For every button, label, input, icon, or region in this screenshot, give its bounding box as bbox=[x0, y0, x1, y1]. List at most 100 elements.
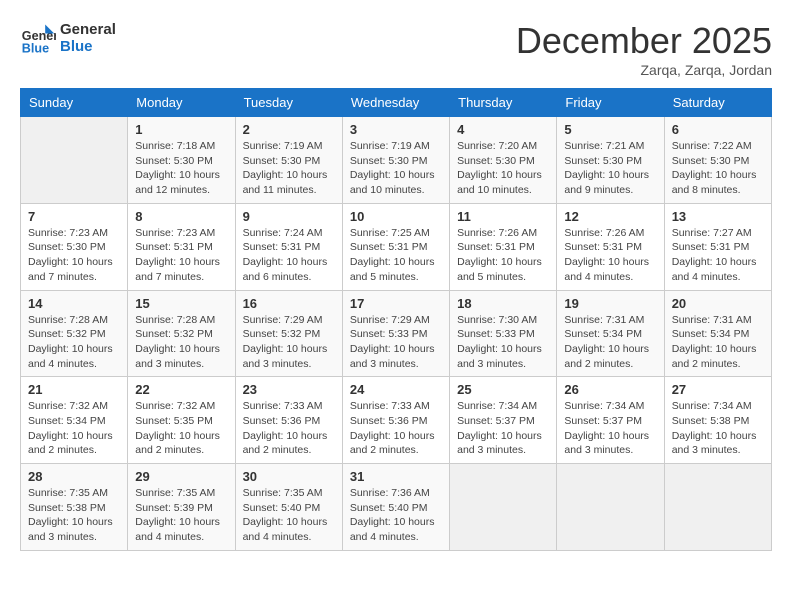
calendar-day-cell: 13Sunrise: 7:27 AM Sunset: 5:31 PM Dayli… bbox=[664, 203, 771, 290]
day-number: 13 bbox=[672, 209, 764, 224]
day-number: 31 bbox=[350, 469, 442, 484]
day-number: 10 bbox=[350, 209, 442, 224]
calendar-week-row: 7Sunrise: 7:23 AM Sunset: 5:30 PM Daylig… bbox=[21, 203, 772, 290]
day-number: 6 bbox=[672, 122, 764, 137]
day-number: 4 bbox=[457, 122, 549, 137]
day-info: Sunrise: 7:29 AM Sunset: 5:33 PM Dayligh… bbox=[350, 313, 442, 372]
calendar-week-row: 1Sunrise: 7:18 AM Sunset: 5:30 PM Daylig… bbox=[21, 117, 772, 204]
day-number: 7 bbox=[28, 209, 120, 224]
logo-line1: General bbox=[60, 21, 116, 38]
day-number: 14 bbox=[28, 296, 120, 311]
day-info: Sunrise: 7:19 AM Sunset: 5:30 PM Dayligh… bbox=[350, 139, 442, 198]
day-info: Sunrise: 7:34 AM Sunset: 5:37 PM Dayligh… bbox=[564, 399, 656, 458]
day-number: 16 bbox=[243, 296, 335, 311]
calendar-day-cell: 27 Sunrise: 7:34 AM Sunset: 5:38 PM Dayli… bbox=[664, 377, 771, 464]
day-info: Sunrise: 7:26 AM Sunset: 5:31 PM Dayligh… bbox=[457, 226, 549, 285]
calendar-day-cell: 31 Sunrise: 7:36 AM Sunset: 5:40 PM Dayli… bbox=[342, 464, 449, 551]
day-info: Sunrise: 7:35 AM Sunset: 5:39 PM Dayligh… bbox=[135, 486, 227, 545]
day-number: 27 bbox=[672, 382, 764, 397]
day-info: Sunrise: 7:35 AM Sunset: 5:40 PM Dayligh… bbox=[243, 486, 335, 545]
day-info: Sunrise: 7:36 AM Sunset: 5:40 PM Dayligh… bbox=[350, 486, 442, 545]
calendar-table: SundayMondayTuesdayWednesdayThursdayFrid… bbox=[20, 88, 772, 551]
day-number: 25 bbox=[457, 382, 549, 397]
day-info: Sunrise: 7:24 AM Sunset: 5:31 PM Dayligh… bbox=[243, 226, 335, 285]
calendar-day-cell: 28 Sunrise: 7:35 AM Sunset: 5:38 PM Dayli… bbox=[21, 464, 128, 551]
calendar-day-cell: 12 Sunrise: 7:26 AM Sunset: 5:31 PM Dayli… bbox=[557, 203, 664, 290]
weekday-header: Friday bbox=[557, 89, 664, 117]
weekday-header: Thursday bbox=[450, 89, 557, 117]
calendar-day-cell: 6 Sunrise: 7:22 AM Sunset: 5:30 PM Daylig… bbox=[664, 117, 771, 204]
day-info: Sunrise: 7:33 AM Sunset: 5:36 PM Dayligh… bbox=[243, 399, 335, 458]
calendar-day-cell: 10 Sunrise: 7:25 AM Sunset: 5:31 PM Dayli… bbox=[342, 203, 449, 290]
day-number: 18 bbox=[457, 296, 549, 311]
location-subtitle: Zarqa, Zarqa, Jordan bbox=[516, 62, 772, 78]
day-number: 21 bbox=[28, 382, 120, 397]
day-info: Sunrise: 7:25 AM Sunset: 5:31 PM Dayligh… bbox=[350, 226, 442, 285]
calendar-day-cell bbox=[450, 464, 557, 551]
logo-line2: Blue bbox=[60, 38, 116, 55]
calendar-header: SundayMondayTuesdayWednesdayThursdayFrid… bbox=[21, 89, 772, 117]
day-info: Sunrise: 7:34 AM Sunset: 5:38 PM Dayligh… bbox=[672, 399, 764, 458]
day-info: Sunrise: 7:32 AM Sunset: 5:34 PM Dayligh… bbox=[28, 399, 120, 458]
page-header: General Blue General Blue December 2025 … bbox=[20, 20, 772, 78]
day-number: 22 bbox=[135, 382, 227, 397]
calendar-day-cell: 17 Sunrise: 7:29 AM Sunset: 5:33 PM Dayli… bbox=[342, 290, 449, 377]
day-info: Sunrise: 7:26 AM Sunset: 5:31 PM Dayligh… bbox=[564, 226, 656, 285]
weekday-header: Wednesday bbox=[342, 89, 449, 117]
day-number: 5 bbox=[564, 122, 656, 137]
logo: General Blue General Blue bbox=[20, 20, 116, 56]
day-number: 8 bbox=[135, 209, 227, 224]
calendar-day-cell: 11 Sunrise: 7:26 AM Sunset: 5:31 PM Dayli… bbox=[450, 203, 557, 290]
calendar-day-cell: 29 Sunrise: 7:35 AM Sunset: 5:39 PM Dayli… bbox=[128, 464, 235, 551]
day-number: 29 bbox=[135, 469, 227, 484]
day-info: Sunrise: 7:32 AM Sunset: 5:35 PM Dayligh… bbox=[135, 399, 227, 458]
calendar-day-cell: 20Sunrise: 7:31 AM Sunset: 5:34 PM Dayli… bbox=[664, 290, 771, 377]
calendar-day-cell: 7Sunrise: 7:23 AM Sunset: 5:30 PM Daylig… bbox=[21, 203, 128, 290]
day-number: 30 bbox=[243, 469, 335, 484]
calendar-day-cell: 14 Sunrise: 7:28 AM Sunset: 5:32 PM Dayli… bbox=[21, 290, 128, 377]
day-info: Sunrise: 7:35 AM Sunset: 5:38 PM Dayligh… bbox=[28, 486, 120, 545]
weekday-header: Monday bbox=[128, 89, 235, 117]
title-block: December 2025 Zarqa, Zarqa, Jordan bbox=[516, 20, 772, 78]
calendar-week-row: 28 Sunrise: 7:35 AM Sunset: 5:38 PM Dayli… bbox=[21, 464, 772, 551]
calendar-day-cell bbox=[557, 464, 664, 551]
day-number: 9 bbox=[243, 209, 335, 224]
day-info: Sunrise: 7:29 AM Sunset: 5:32 PM Dayligh… bbox=[243, 313, 335, 372]
calendar-day-cell: 8 Sunrise: 7:23 AM Sunset: 5:31 PM Daylig… bbox=[128, 203, 235, 290]
weekday-header: Saturday bbox=[664, 89, 771, 117]
day-info: Sunrise: 7:33 AM Sunset: 5:36 PM Dayligh… bbox=[350, 399, 442, 458]
day-info: Sunrise: 7:23 AM Sunset: 5:31 PM Dayligh… bbox=[135, 226, 227, 285]
day-number: 20 bbox=[672, 296, 764, 311]
day-info: Sunrise: 7:28 AM Sunset: 5:32 PM Dayligh… bbox=[28, 313, 120, 372]
day-number: 23 bbox=[243, 382, 335, 397]
day-info: Sunrise: 7:34 AM Sunset: 5:37 PM Dayligh… bbox=[457, 399, 549, 458]
calendar-day-cell: 23 Sunrise: 7:33 AM Sunset: 5:36 PM Dayli… bbox=[235, 377, 342, 464]
day-number: 17 bbox=[350, 296, 442, 311]
day-info: Sunrise: 7:22 AM Sunset: 5:30 PM Dayligh… bbox=[672, 139, 764, 198]
calendar-day-cell: 19Sunrise: 7:31 AM Sunset: 5:34 PM Dayli… bbox=[557, 290, 664, 377]
calendar-day-cell: 25 Sunrise: 7:34 AM Sunset: 5:37 PM Dayli… bbox=[450, 377, 557, 464]
day-info: Sunrise: 7:28 AM Sunset: 5:32 PM Dayligh… bbox=[135, 313, 227, 372]
day-number: 1 bbox=[135, 122, 227, 137]
day-info: Sunrise: 7:21 AM Sunset: 5:30 PM Dayligh… bbox=[564, 139, 656, 198]
calendar-week-row: 14 Sunrise: 7:28 AM Sunset: 5:32 PM Dayli… bbox=[21, 290, 772, 377]
day-info: Sunrise: 7:19 AM Sunset: 5:30 PM Dayligh… bbox=[243, 139, 335, 198]
day-number: 11 bbox=[457, 209, 549, 224]
calendar-day-cell: 4Sunrise: 7:20 AM Sunset: 5:30 PM Daylig… bbox=[450, 117, 557, 204]
weekday-header: Sunday bbox=[21, 89, 128, 117]
day-number: 12 bbox=[564, 209, 656, 224]
day-info: Sunrise: 7:30 AM Sunset: 5:33 PM Dayligh… bbox=[457, 313, 549, 372]
calendar-day-cell: 26 Sunrise: 7:34 AM Sunset: 5:37 PM Dayli… bbox=[557, 377, 664, 464]
day-number: 15 bbox=[135, 296, 227, 311]
weekday-header: Tuesday bbox=[235, 89, 342, 117]
calendar-day-cell: 15 Sunrise: 7:28 AM Sunset: 5:32 PM Dayli… bbox=[128, 290, 235, 377]
calendar-day-cell bbox=[664, 464, 771, 551]
calendar-day-cell: 1Sunrise: 7:18 AM Sunset: 5:30 PM Daylig… bbox=[128, 117, 235, 204]
day-number: 26 bbox=[564, 382, 656, 397]
calendar-day-cell: 3Sunrise: 7:19 AM Sunset: 5:30 PM Daylig… bbox=[342, 117, 449, 204]
svg-text:Blue: Blue bbox=[22, 41, 49, 55]
calendar-day-cell: 5 Sunrise: 7:21 AM Sunset: 5:30 PM Daylig… bbox=[557, 117, 664, 204]
day-number: 28 bbox=[28, 469, 120, 484]
calendar-week-row: 21 Sunrise: 7:32 AM Sunset: 5:34 PM Dayli… bbox=[21, 377, 772, 464]
calendar-day-cell: 2Sunrise: 7:19 AM Sunset: 5:30 PM Daylig… bbox=[235, 117, 342, 204]
